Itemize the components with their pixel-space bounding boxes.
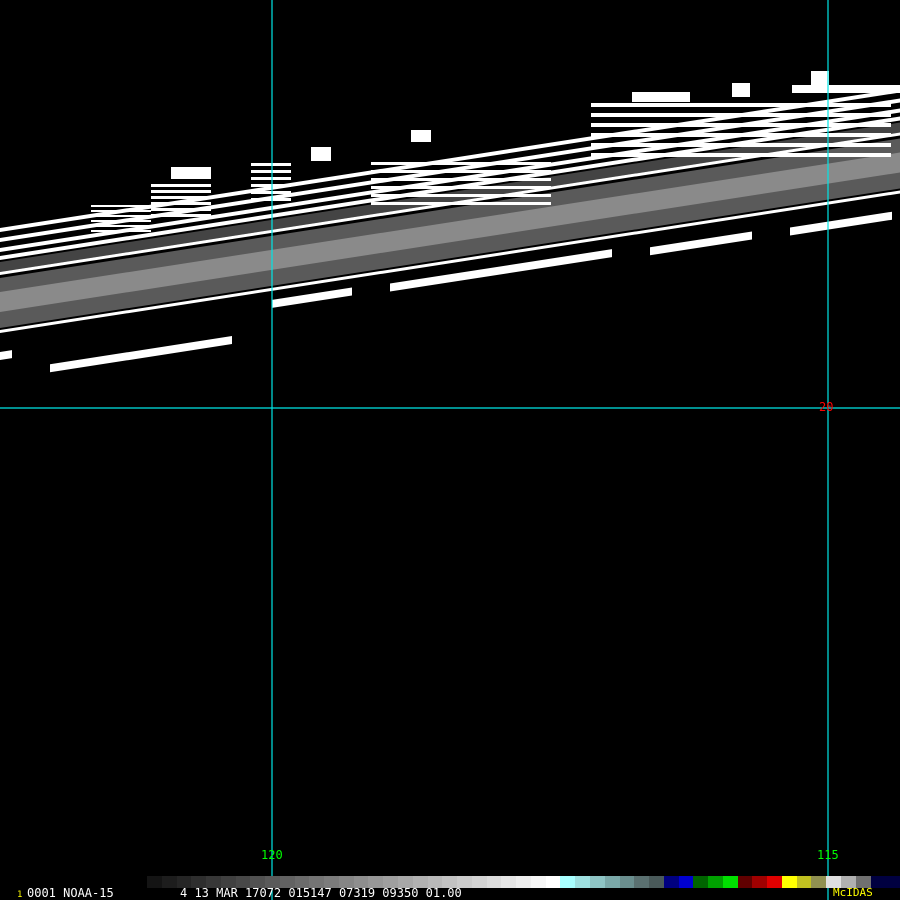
color-bar-segment [486,876,502,888]
color-bar-segment [752,876,768,888]
swath-upper-segment [591,123,891,127]
swath-upper-segment [251,177,291,180]
swath-upper-segment [371,170,551,173]
swath-lower-segment [790,211,892,236]
swath-upper-segment [151,196,211,199]
frame-number: 1 [17,890,23,900]
color-bar-segment [811,876,827,888]
swath-upper-segment [151,184,211,187]
color-bar-segment [589,876,605,888]
swath-upper-segment [591,143,891,147]
color-bar-segment [147,876,162,888]
color-bar-segment [649,876,664,888]
swath-upper-segment [251,163,291,166]
color-bar-segment [663,876,679,888]
satellite-image-viewer: 20 120 115 1 0001 NOAA-15 4 13 MAR 17072… [0,0,900,900]
swath-upper-segment [91,220,151,222]
swath-upper-segment [251,198,291,201]
swath-upper-segment [251,191,291,194]
color-bar-segment [737,876,753,888]
color-bar-segment [545,876,561,888]
swath-upper-segment [91,210,151,212]
swath-upper-segment [251,184,291,187]
swath-upper-segment [591,113,891,117]
swath-upper-segment [91,225,151,227]
satellite-swath-image [0,0,900,900]
longitude-label-120: 120 [261,848,283,862]
satellite-label: 0001 NOAA-15 [27,886,114,900]
color-bar-segment [796,876,812,888]
swath-upper-segment [371,162,551,165]
longitude-label-115: 115 [817,848,839,862]
swath-lower-segment [272,287,352,308]
color-bar-segment [693,876,709,888]
swath-upper-segment [371,202,551,205]
swath-bright-band [0,152,900,312]
swath-upper-segment [732,83,750,97]
swath-lower-segment [0,350,12,360]
swath-upper-segment [151,190,211,193]
swath-upper-segment [91,230,151,232]
swath-upper-segment [371,194,551,197]
swath-upper-segment [591,153,891,157]
color-bar-segment [678,876,694,888]
image-info-line: 4 13 MAR 17072 015147 07319 09350 01.00 [180,886,462,900]
swath-upper-segment [91,215,151,217]
swath-upper-segment [792,85,900,93]
swath-lower-segment [650,231,752,256]
swath-upper-segment [151,214,211,217]
color-bar-segment [161,876,177,888]
swath-upper-segment [91,205,151,207]
swath-upper-segment [591,133,891,137]
color-bar-segment [560,876,576,888]
color-bar-segment [619,876,635,888]
color-bar-segment [885,876,900,888]
color-bar-segment [604,876,620,888]
swath-upper-segment [151,202,211,205]
swath-upper-segment [591,103,891,107]
swath-upper-segment [371,178,551,181]
swath-lower-segment [50,336,232,373]
color-bar-segment [516,876,531,888]
mcidas-brand: McIDAS [833,886,873,899]
color-bar-segment [501,876,517,888]
color-bar-segment [722,876,738,888]
swath-upper-segment [811,71,829,85]
color-bar-segment [530,876,546,888]
swath-upper-segment [411,130,431,142]
swath-upper-segment [171,167,211,179]
color-bar-segment [781,876,797,888]
color-bar-segment [767,876,782,888]
color-bar-segment [708,876,723,888]
color-bar-segment [575,876,590,888]
swath-upper-segment [251,170,291,173]
color-bar-segment [471,876,487,888]
swath-upper-segment [632,92,690,102]
swath-upper-segment [311,147,331,161]
swath-upper-segment [151,208,211,211]
latitude-label-20: 20 [819,400,834,414]
swath-upper-segment [371,186,551,189]
color-bar-segment [634,876,650,888]
